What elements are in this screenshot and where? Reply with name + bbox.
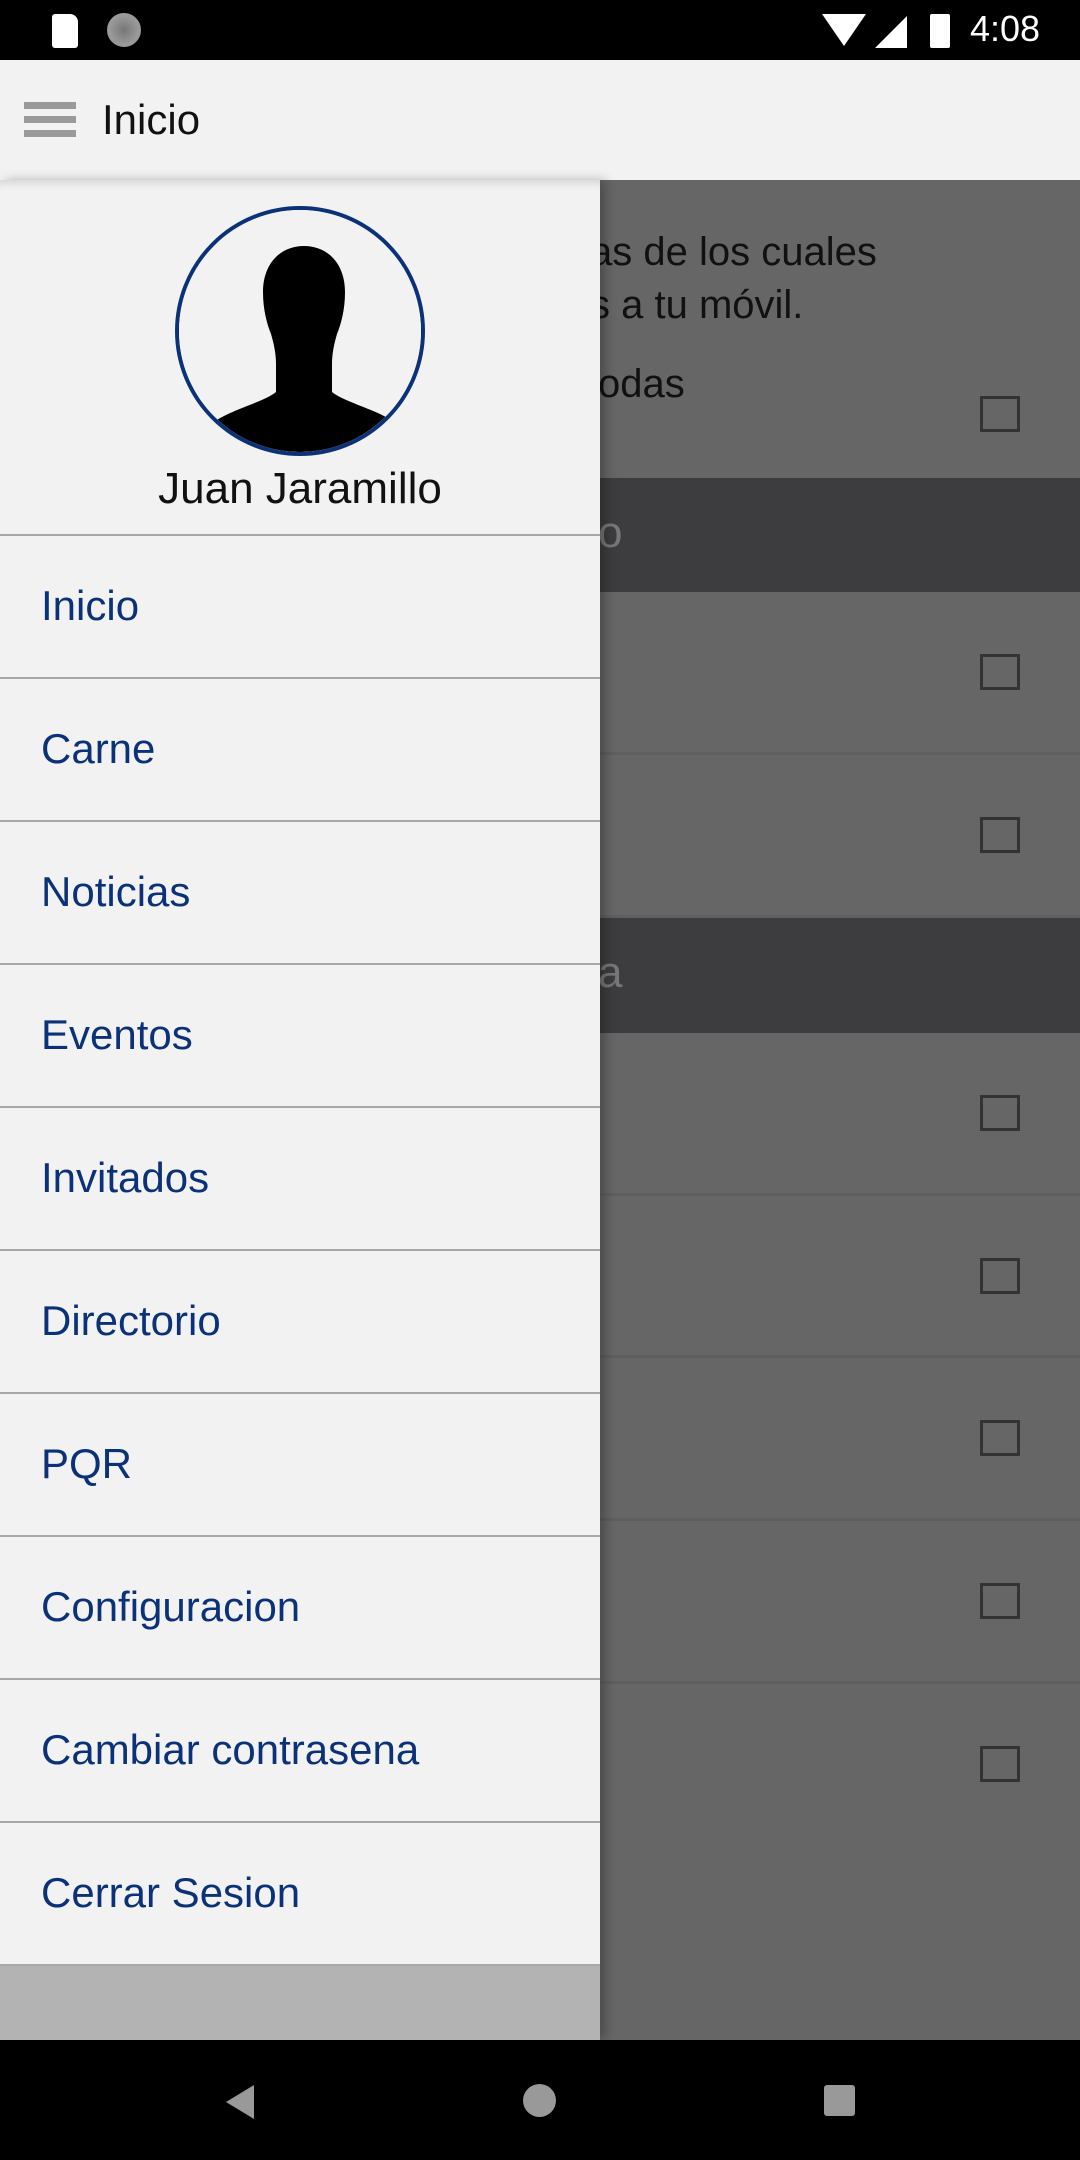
drawer-item-label: Directorio [41,1297,221,1344]
checkbox[interactable] [980,1095,1020,1131]
navigation-drawer: Juan Jaramillo Inicio Carne Noticias Eve… [0,180,600,2040]
drawer-item-label: Invitados [41,1154,210,1201]
app-bar: Inicio [0,60,1080,180]
checkbox[interactable] [980,1746,1020,1782]
drawer-header: Juan Jaramillo [0,180,600,536]
drawer-item-label: Noticias [41,868,191,915]
section-header-text: a [598,948,623,997]
loading-icon [107,13,141,47]
drawer-item-label: Inicio [41,582,140,629]
select-all-checkbox[interactable] [980,396,1020,432]
drawer-item-label: Carne [41,725,156,772]
drawer-item-label: Cerrar Sesion [41,1869,301,1916]
cell-signal-icon [875,16,907,48]
drawer-item-invitados[interactable]: Invitados [0,1108,600,1251]
status-bar: 4:08 [0,0,1080,60]
wifi-icon [822,14,866,46]
drawer-item-label: PQR [41,1440,133,1487]
user-name: Juan Jaramillo [158,464,442,513]
user-silhouette-icon [179,210,421,452]
page-title: Inicio [102,96,201,143]
drawer-item-cerrar-sesion[interactable]: Cerrar Sesion [0,1823,600,1966]
select-all-label: odas [598,362,685,406]
recent-apps-icon[interactable] [824,2085,855,2116]
intro-text-line1: as de los cuales [590,230,877,274]
hamburger-menu-icon[interactable] [24,102,76,138]
checkbox[interactable] [980,817,1020,853]
section-header-text: o [598,508,623,557]
drawer-item-label: Configuracion [41,1583,301,1630]
drawer-item-label: Cambiar contrasena [41,1726,420,1773]
checkbox[interactable] [980,1420,1020,1456]
drawer-item-noticias[interactable]: Noticias [0,822,600,965]
home-icon[interactable] [523,2084,556,2117]
drawer-item-configuracion[interactable]: Configuracion [0,1537,600,1680]
system-nav-bar [0,2040,1080,2160]
intro-text-line2: s a tu móvil. [590,283,804,327]
drawer-item-directorio[interactable]: Directorio [0,1251,600,1394]
drawer-item-eventos[interactable]: Eventos [0,965,600,1108]
drawer-item-cambiar-contrasena[interactable]: Cambiar contrasena [0,1680,600,1823]
avatar [175,206,425,456]
checkbox[interactable] [980,654,1020,690]
checkbox[interactable] [980,1583,1020,1619]
back-icon[interactable] [226,2085,254,2119]
status-time: 4:08 [970,8,1041,49]
checkbox[interactable] [980,1258,1020,1294]
drawer-item-inicio[interactable]: Inicio [0,536,600,679]
sd-card-icon [52,14,78,48]
drawer-item-carne[interactable]: Carne [0,679,600,822]
drawer-item-label: Eventos [41,1011,193,1058]
battery-icon [930,14,950,48]
drawer-item-pqr[interactable]: PQR [0,1394,600,1537]
